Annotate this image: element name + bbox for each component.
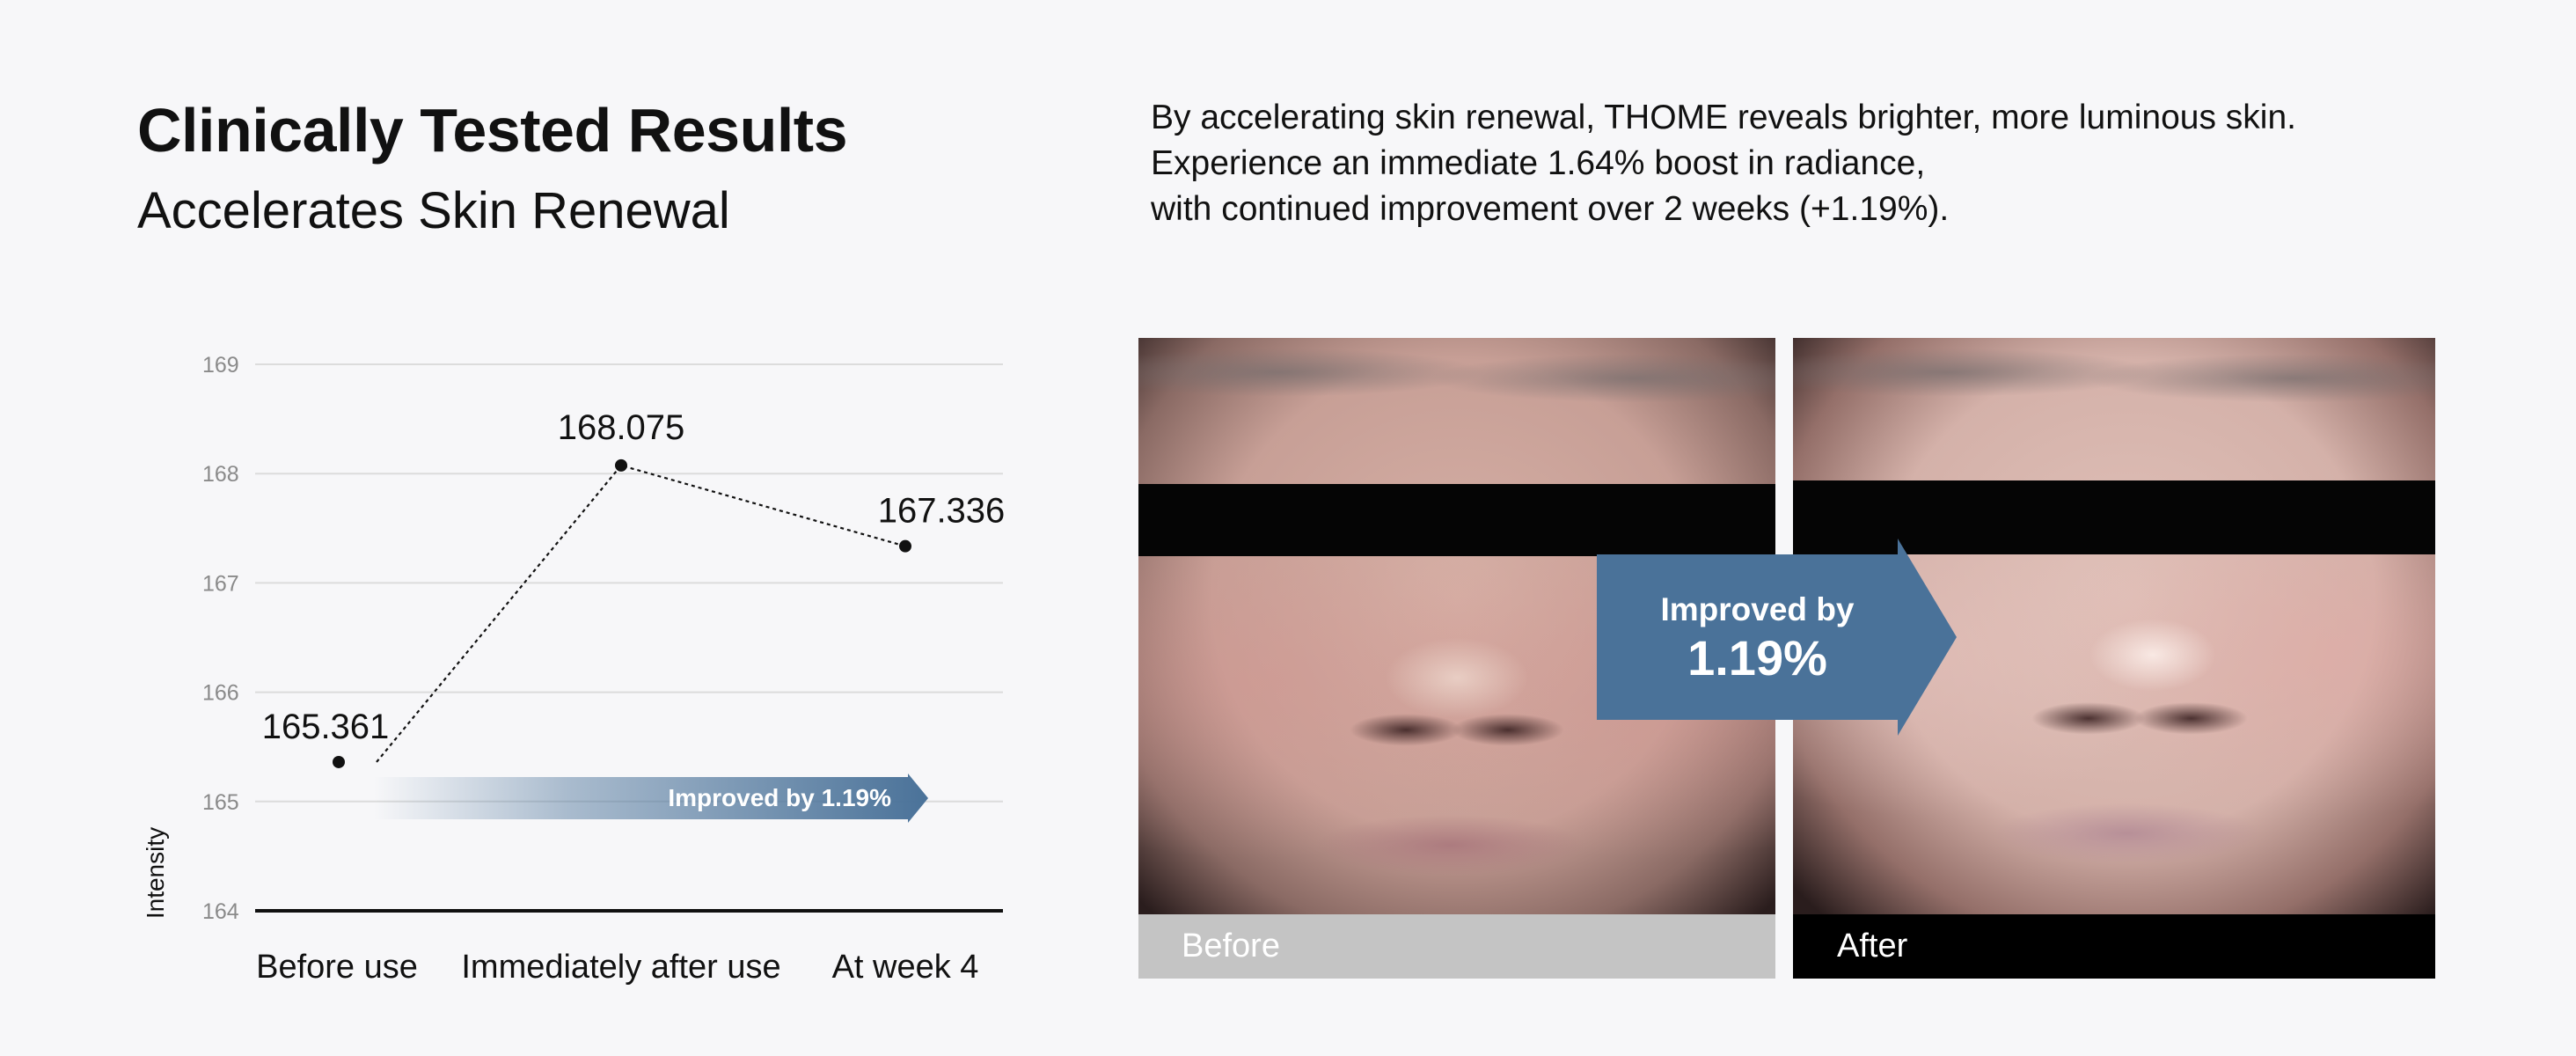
data-label: 165.361: [262, 708, 390, 746]
x-tick-label: At week 4: [832, 949, 979, 986]
series-line: [376, 464, 906, 763]
radiance-line-chart: 164 165 166 167 168 169 Intensity Before use Imm…: [142, 353, 1006, 986]
y-tick-label: 169: [202, 353, 239, 378]
description-line: with continued improvement over 2 weeks …: [1151, 190, 1950, 228]
data-point: [333, 755, 345, 768]
x-tick-label: Before use: [256, 949, 418, 986]
y-tick-label: 165: [202, 790, 239, 815]
y-tick-label: 166: [202, 681, 239, 706]
improvement-value: 1.19%: [1687, 630, 1827, 686]
after-caption: After: [1793, 914, 2435, 979]
improvement-label: Improved by: [1660, 591, 1855, 627]
improvement-annotation-label: Improved by 1.19%: [668, 784, 891, 811]
y-tick-label: 168: [202, 462, 239, 487]
data-point: [615, 458, 627, 472]
description-line: Experience an immediate 1.64% boost in r…: [1151, 144, 1926, 182]
description-line: By accelerating skin renewal, THOME reve…: [1151, 99, 2296, 136]
x-tick-label: Immediately after use: [461, 949, 780, 986]
y-tick-label: 167: [202, 571, 239, 596]
data-label: 167.336: [878, 492, 1006, 531]
before-caption: Before: [1138, 914, 1775, 979]
description: By accelerating skin renewal, THOME reve…: [1151, 95, 2296, 232]
y-axis-label: Intensity: [142, 827, 169, 919]
y-tick-label: 164: [202, 899, 239, 924]
data-point: [899, 539, 911, 553]
improvement-badge: Improved by 1.19%: [1597, 539, 1918, 736]
data-label: 168.075: [558, 408, 685, 447]
